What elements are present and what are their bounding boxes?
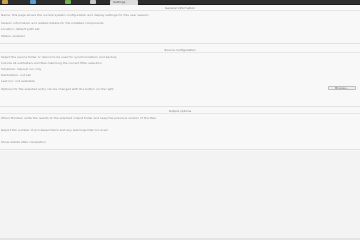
app-icon-2[interactable] [30,0,36,4]
list-item: Include all subfolders and files matchin… [1,62,102,65]
app-icon-3[interactable] [65,0,71,4]
list-item: Schedule: manual run only [1,68,42,71]
section-output: Output options When finished, write the … [0,108,360,150]
section-title: General information [0,6,360,11]
list-item: Select the source folder or device to be… [1,56,117,59]
list-item: Name: this page shows the current system… [1,14,149,17]
settings-panel: General information Name: this page show… [0,5,360,151]
list-item: Show details after completion [1,141,46,144]
list-item: Status: enabled [1,35,25,38]
section-title: Output options [0,109,360,114]
section-source: Source configuration Select the source f… [0,47,360,107]
list-item: Location: default path set [1,28,40,31]
app-icon-1[interactable] [2,0,8,4]
section-general: General information Name: this page show… [0,5,360,44]
list-item: Version information and related details … [1,22,104,25]
list-item: Options for the selected entry can be ch… [1,88,114,91]
section-title: Source configuration [0,48,360,53]
list-item: Last run: not available [1,80,35,83]
list-item: Destination: not set [1,74,31,77]
empty-area [0,151,360,240]
app-icon-4[interactable] [90,0,96,4]
browse-button[interactable]: Browse... [328,86,356,90]
list-item: Report the number of processed items and… [1,129,108,132]
list-item: When finished, write the results to the … [1,117,156,120]
